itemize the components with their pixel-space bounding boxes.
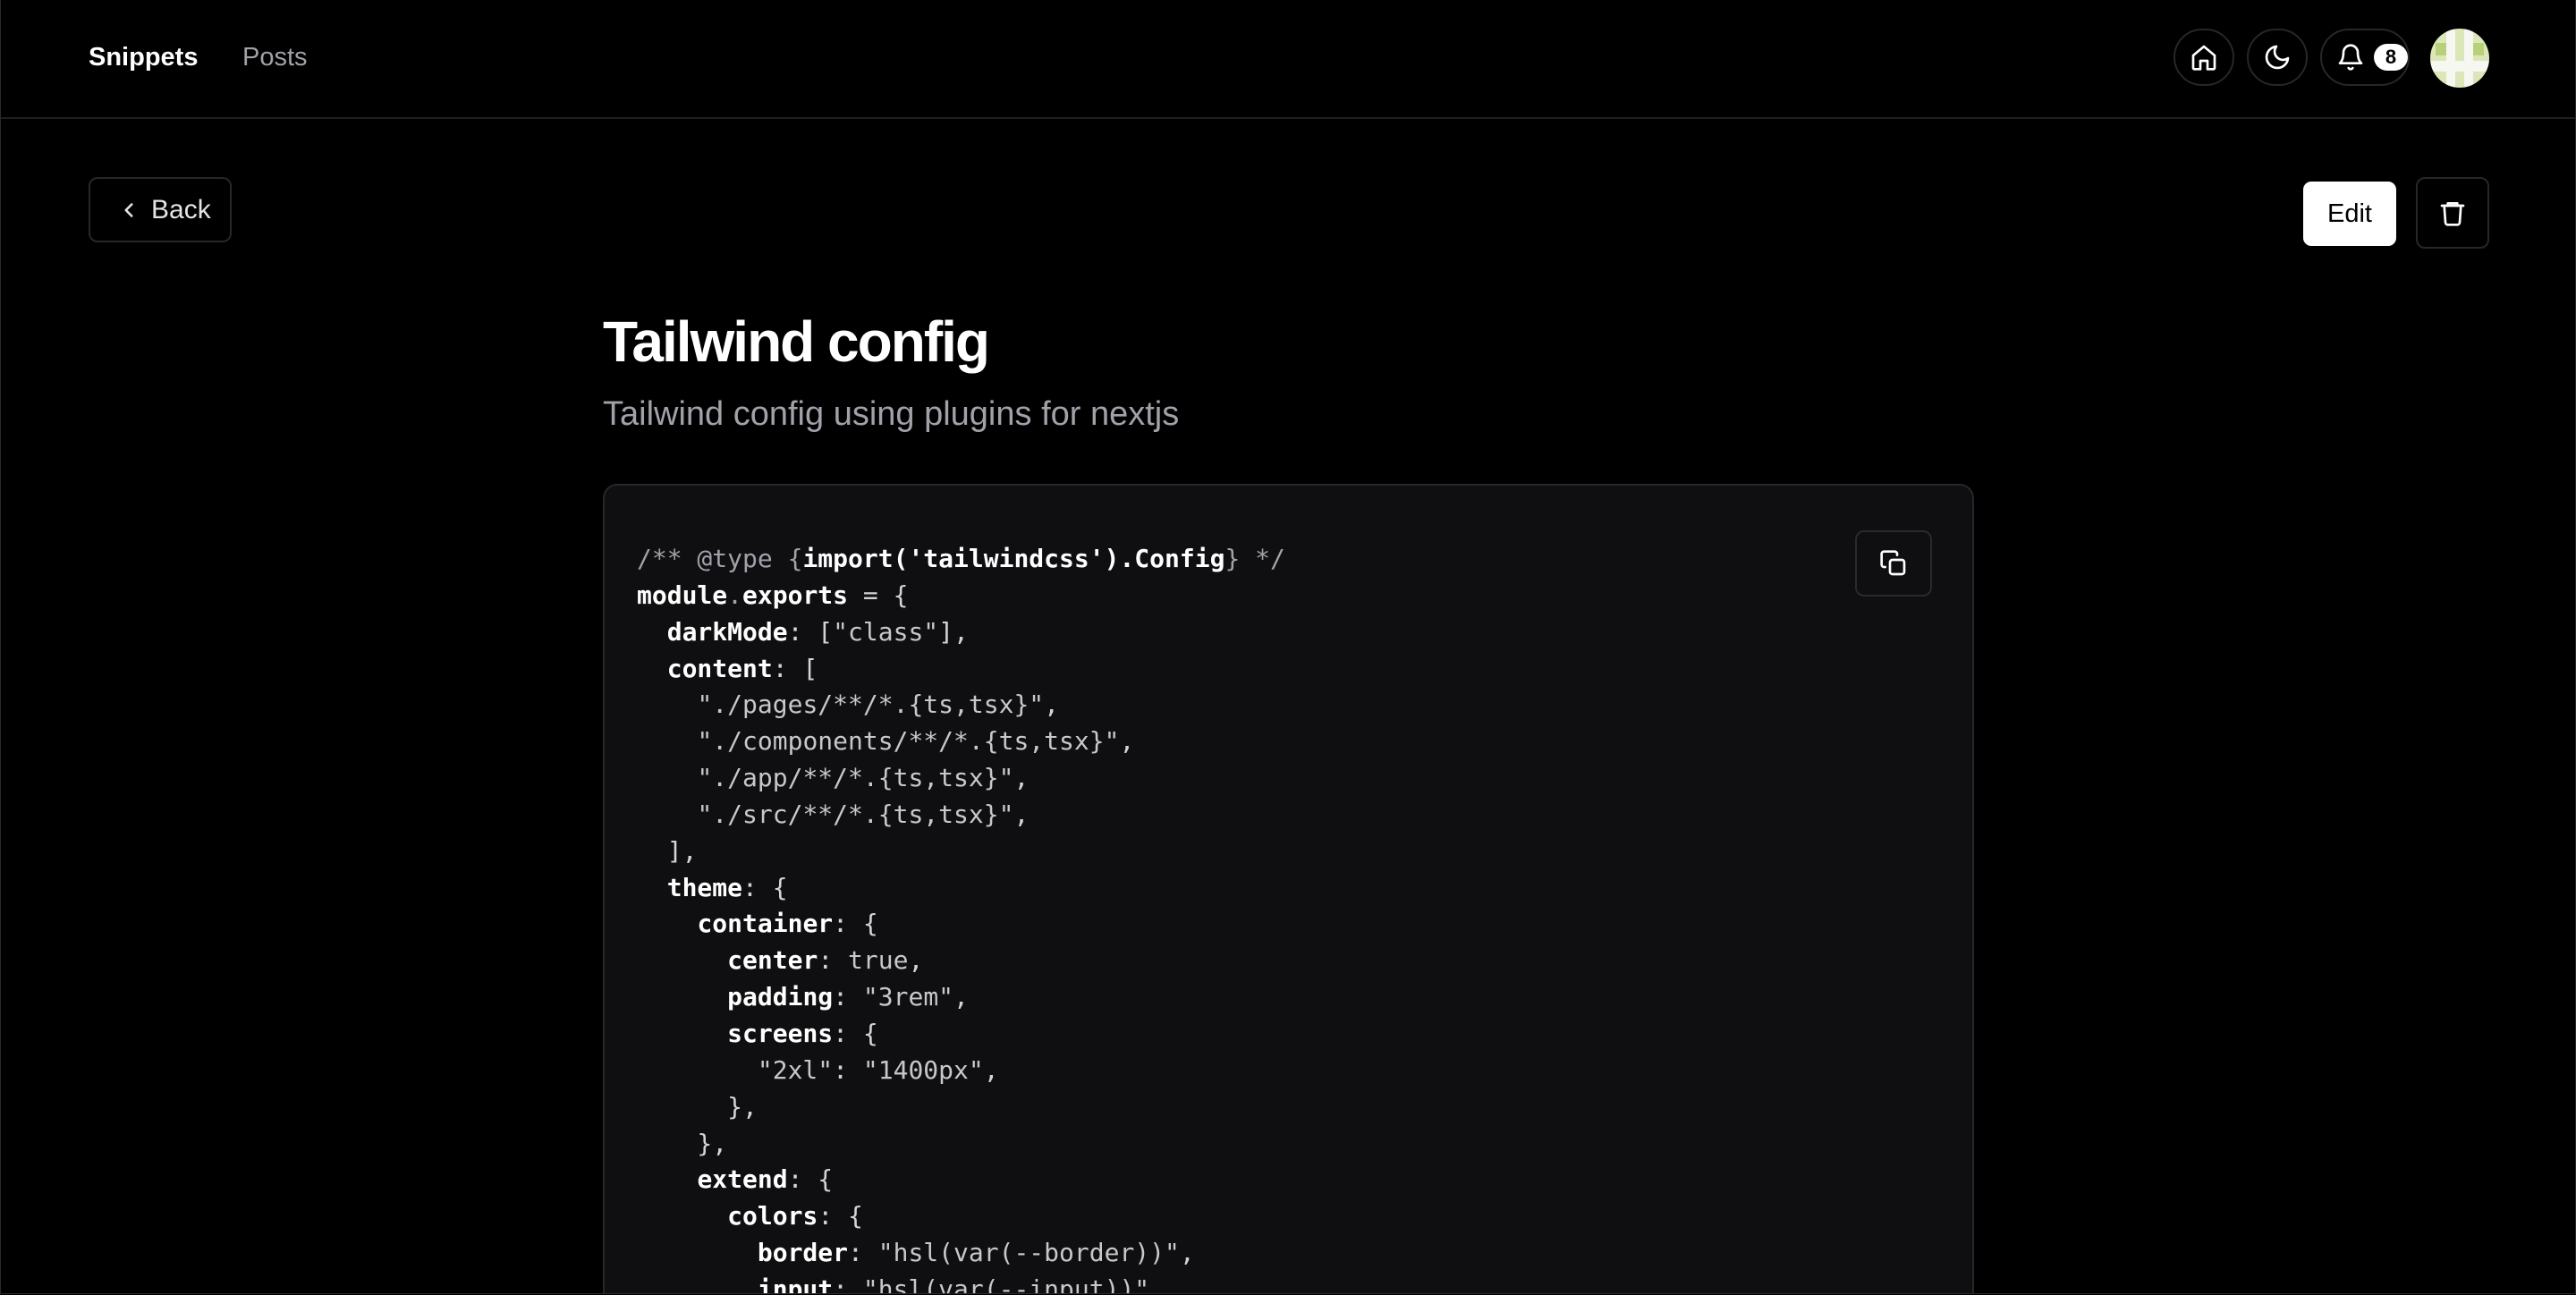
bell-icon	[2338, 44, 2363, 71]
top-navbar: Snippets Posts 8	[1, 0, 2575, 119]
delete-button[interactable]	[2416, 177, 2489, 249]
code-content: /** @type {import('tailwindcss').Config}…	[637, 541, 1285, 1294]
nav-snippets[interactable]: Snippets	[89, 41, 198, 73]
moon-icon	[2265, 45, 2290, 70]
code-line: border: "hsl(var(--border))",	[757, 1238, 1195, 1268]
chevron-left-icon	[124, 202, 133, 217]
code-line: ],	[637, 835, 698, 866]
copy-icon	[1880, 550, 1906, 576]
code-line: container: {	[697, 909, 878, 939]
page-title: Tailwind config	[603, 309, 990, 374]
code-line: padding: "3rem",	[727, 982, 969, 1012]
code-line: input: "hsl(var(--input))",	[757, 1274, 1165, 1294]
app-frame: Snippets Posts 8 Back Edit Tailwind conf…	[0, 0, 2576, 1294]
code-line: module.exports = {	[637, 580, 909, 610]
page-description: Tailwind config using plugins for nextjs	[603, 395, 1180, 433]
edit-button[interactable]: Edit	[2303, 182, 2396, 246]
trash-icon	[2440, 202, 2465, 226]
theme-toggle-button[interactable]	[2247, 29, 2308, 86]
home-button[interactable]	[2174, 29, 2234, 86]
nav-posts[interactable]: Posts	[242, 41, 308, 73]
home-icon	[2191, 45, 2216, 71]
code-line: darkMode: ["class"],	[666, 616, 969, 647]
code-line: extend: {	[697, 1164, 834, 1195]
code-line: theme: {	[666, 872, 788, 902]
code-line: "./components/**/*.{ts,tsx}",	[697, 726, 1135, 757]
notifications-button[interactable]: 8	[2320, 29, 2410, 86]
code-line: },	[637, 1091, 758, 1121]
code-line: screens: {	[727, 1018, 878, 1048]
code-line: "./app/**/*.{ts,tsx}",	[697, 763, 1030, 793]
notification-count-badge: 8	[2374, 44, 2408, 71]
code-line: /** @type {import('tailwindcss').Config}…	[637, 544, 1285, 573]
code-block: /** @type {import('tailwindcss').Config}…	[603, 484, 1974, 1294]
code-line: },	[637, 1128, 728, 1158]
code-line: colors: {	[727, 1201, 863, 1232]
back-button-label: Back	[151, 194, 211, 224]
code-line: "./pages/**/*.{ts,tsx}",	[697, 690, 1060, 720]
code-line: "2xl": "1400px",	[757, 1054, 999, 1085]
code-line: content: [	[666, 653, 818, 683]
copy-button[interactable]	[1855, 530, 1932, 597]
code-line: "./src/**/*.{ts,tsx}",	[697, 799, 1030, 829]
code-line: center: true,	[727, 945, 924, 976]
back-button[interactable]: Back	[89, 177, 232, 242]
avatar[interactable]	[2430, 29, 2489, 88]
